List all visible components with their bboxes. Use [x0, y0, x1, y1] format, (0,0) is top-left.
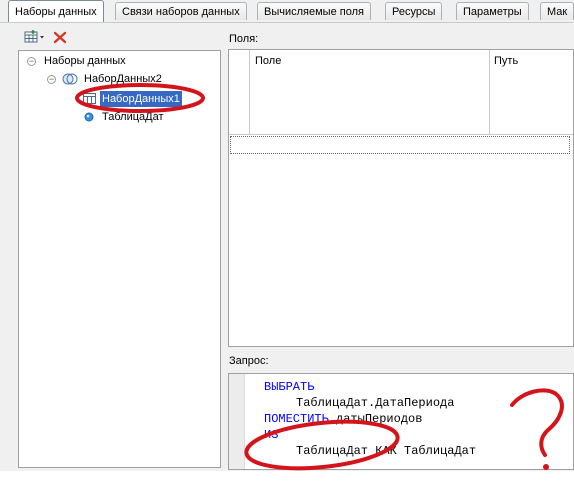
tab-dataset-links[interactable]: Связи наборов данных	[115, 2, 247, 20]
tree-union-label: НаборДанных2	[84, 73, 162, 85]
object-dataset-icon	[84, 112, 94, 122]
query-into-target: датыПериодов	[328, 412, 423, 426]
query-keyword-select: ВЫБРАТЬ	[264, 380, 315, 394]
query-line-source: ТаблицаДат КАК ТаблицаДат	[296, 444, 477, 458]
table-row[interactable]	[230, 136, 570, 154]
query-editor[interactable]: ВЫБРАТЬ ТаблицаДат.ДатаПериода ПОМЕСТИТЬ…	[228, 373, 574, 470]
fields-label: Поля:	[229, 33, 259, 45]
delete-button[interactable]	[53, 31, 67, 44]
union-dataset-icon	[62, 73, 78, 85]
column-path[interactable]: Путь	[490, 50, 574, 134]
column-path-label: Путь	[494, 55, 519, 67]
tab-layout[interactable]: Мак	[540, 2, 574, 20]
fields-table-header: Поле Путь	[229, 50, 573, 135]
query-line-into: ПОМЕСТИТЬ датыПериодов	[264, 412, 422, 426]
column-field[interactable]: Поле	[249, 50, 490, 134]
query-keyword-from: ИЗ	[264, 428, 279, 442]
add-dataset-icon	[24, 30, 44, 43]
editor-gutter	[229, 374, 245, 469]
delete-icon	[53, 31, 67, 44]
tree-root-label: Наборы данных	[44, 55, 126, 67]
column-field-label: Поле	[255, 55, 282, 67]
query-dataset-icon	[83, 93, 96, 104]
row-marker-column	[229, 50, 250, 134]
query-keyword-into: ПОМЕСТИТЬ	[264, 412, 329, 426]
tab-parameters[interactable]: Параметры	[456, 2, 529, 20]
query-label: Запрос:	[229, 355, 269, 367]
tree-object-label: ТаблицаДат	[102, 111, 164, 123]
query-line-field: ТаблицаДат.ДатаПериода	[296, 396, 455, 410]
tab-datasets[interactable]: Наборы данных	[8, 0, 104, 22]
collapse-icon[interactable]: −	[47, 75, 56, 84]
tree-query-label: НаборДанных1	[100, 91, 182, 107]
tab-calculated-fields[interactable]: Вычисляемые поля	[257, 2, 371, 20]
collapse-icon[interactable]: −	[27, 57, 36, 66]
add-dataset-button[interactable]	[24, 30, 46, 44]
tab-bar: Наборы данных Связи наборов данных Вычис…	[0, 0, 574, 23]
fields-table[interactable]: Поле Путь	[228, 49, 574, 347]
dataset-tree[interactable]: − Наборы данных − НаборДанных2 НаборДанн…	[18, 50, 221, 468]
tab-resources[interactable]: Ресурсы	[385, 2, 443, 20]
